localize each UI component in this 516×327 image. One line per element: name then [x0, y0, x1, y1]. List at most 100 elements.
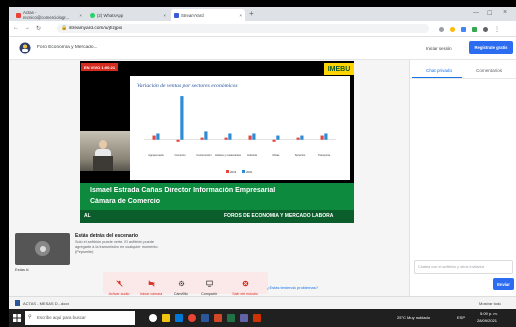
cam-mic-settings-button[interactable]: Cám/Mic: [169, 274, 193, 296]
bar-2019-5: [272, 139, 276, 142]
new-tab-button[interactable]: +: [249, 9, 254, 18]
divider: [410, 78, 516, 79]
ticker-text: FOROS DE ECONOMÍA Y MERCADO LABORA: [224, 213, 334, 219]
bar-2020-3: [228, 133, 232, 140]
clock-time[interactable]: 5:09 p. m.: [480, 311, 498, 316]
mic-off-icon: [115, 280, 123, 287]
close-icon[interactable]: ×: [79, 13, 82, 18]
bar-2020-7: [324, 133, 328, 140]
word-icon[interactable]: [201, 314, 209, 322]
page-title: Foro Economía y Mercado...: [37, 45, 98, 50]
search-icon: ⚲: [28, 314, 32, 320]
presenter-webcam: [80, 131, 130, 171]
bar-2019-6: [296, 137, 300, 140]
browser-tab-whatsapp[interactable]: (2) WhatsApp ×: [87, 9, 169, 21]
close-icon[interactable]: ×: [163, 13, 166, 18]
tab-private-chat[interactable]: Chat privado: [426, 68, 452, 73]
weather-widget[interactable]: 25°C Muy nublado: [397, 315, 430, 320]
browser-toolbar: ← → ↻ 🔒 streamyard.com/u/jhzjpio ⋮: [9, 21, 516, 37]
profile-avatar-icon[interactable]: [483, 26, 488, 32]
chrome-icon[interactable]: [188, 314, 196, 322]
leave-studio-button[interactable]: Salir del estudio: [225, 274, 265, 296]
back-icon[interactable]: ←: [13, 25, 19, 31]
browser-tab-actas[interactable]: Actas - recnico@comerciologr... ×: [13, 9, 85, 21]
app-header: Foro Economía y Mercado... Iniciar sesió…: [9, 37, 516, 60]
presenter-head: [99, 140, 107, 149]
url-text: streamyard.com/u/jhzjpio: [69, 26, 123, 31]
bar-2020-1: [180, 96, 184, 140]
help-link[interactable]: ¿Estás teniendo problemas?: [267, 285, 318, 290]
close-icon[interactable]: ×: [239, 13, 242, 18]
category-label: Industria: [247, 153, 258, 157]
browser-tab-streamyard[interactable]: StreamYard ×: [171, 9, 245, 21]
chat-placeholder: Chatea con el anfitrión y otros invitado…: [418, 265, 485, 269]
register-button[interactable]: Regístrate gratis: [469, 41, 513, 54]
zoom-icon[interactable]: [439, 26, 444, 32]
tab-label: Actas - recnico@comerciologr...: [23, 10, 70, 20]
category-label: Comercio: [174, 153, 186, 157]
clock-date[interactable]: 28/09/2021: [477, 318, 497, 323]
sales-variation-bar-chart: Agropecuario Comercio Construcción Hoteles …: [144, 96, 336, 174]
category-label: Construcción: [196, 153, 212, 157]
maximize-icon[interactable]: ☐: [487, 10, 492, 17]
speaker-organization: Cámara de Comercio: [90, 198, 161, 205]
language-indicator[interactable]: ESP: [457, 315, 465, 320]
file-explorer-icon[interactable]: [162, 314, 170, 322]
task-view-icon[interactable]: [149, 314, 157, 322]
backstage-title: Estás detrás del escenario: [75, 233, 139, 239]
gear-icon: [178, 280, 184, 287]
acrobat-icon[interactable]: [253, 314, 261, 322]
forward-icon[interactable]: →: [24, 25, 30, 31]
tab-comments[interactable]: Comentarios: [476, 68, 502, 73]
live-badge: EN VIVO 1:00:21: [81, 63, 119, 71]
address-bar[interactable]: 🔒 streamyard.com/u/jhzjpio: [57, 24, 429, 33]
send-button[interactable]: Enviar: [493, 278, 514, 290]
streamyard-logo-icon: [19, 42, 31, 54]
chat-input[interactable]: Chatea con el anfitrión y otros invitado…: [414, 260, 513, 274]
lock-icon: 🔒: [61, 25, 68, 31]
powerpoint-icon[interactable]: [214, 314, 222, 322]
legend-label: 2020: [246, 170, 253, 174]
menu-icon[interactable]: ⋮: [494, 26, 500, 33]
extension-icon[interactable]: [472, 26, 477, 32]
category-label: Servicios: [295, 153, 306, 157]
show-all-downloads[interactable]: Mostrar todo: [479, 301, 501, 306]
excel-icon[interactable]: [227, 314, 235, 322]
podium: [93, 156, 113, 171]
share-screen-icon: [205, 280, 213, 287]
bar-2019-0: [152, 135, 156, 140]
bar-2019-3: [224, 137, 228, 140]
download-filename[interactable]: ACTAS - MESAS D...docx: [23, 301, 69, 306]
screen: Actas - recnico@comerciologr... × (2) Wh…: [9, 7, 516, 327]
minimize-icon[interactable]: —: [473, 10, 479, 16]
windows-start-icon[interactable]: [13, 314, 21, 322]
self-label: Estás tú: [15, 267, 30, 272]
share-button[interactable]: Compartir: [196, 274, 222, 296]
extension-icon[interactable]: [461, 26, 466, 32]
login-button[interactable]: Iniciar sesión: [426, 46, 452, 51]
extension-icons: ⋮: [439, 25, 509, 33]
exit-icon: [242, 280, 248, 287]
teams-icon[interactable]: [240, 314, 248, 322]
edge-icon[interactable]: [175, 314, 183, 322]
star-icon[interactable]: [450, 26, 455, 32]
mic-button[interactable]: Activar audio: [106, 274, 132, 296]
imebu-logo: IMEBU: [324, 63, 354, 75]
shared-slide: Variación de ventas por sectores económi…: [130, 76, 350, 180]
legend-swatch: [242, 170, 245, 173]
downloads-bar: ACTAS - MESAS D...docx Mostrar todo: [9, 296, 516, 310]
reload-icon[interactable]: ↻: [36, 25, 41, 32]
tab-label: StreamYard: [181, 12, 204, 18]
camera-button[interactable]: Iniciar cámara: [136, 274, 166, 296]
live-stream-canvas: EN VIVO 1:00:21 IMEBU Variación de venta…: [80, 61, 354, 223]
window-close-icon[interactable]: ×: [503, 9, 507, 16]
taskbar-search-box[interactable]: ⚲ Escribe aquí para buscar: [25, 311, 135, 325]
category-label: Hoteles y restaurantes: [215, 153, 242, 157]
user-icon: [39, 245, 46, 252]
bar-2019-2: [200, 137, 204, 140]
category-label: Agropecuario: [148, 153, 164, 157]
slide-title: Variación de ventas por sectores económi…: [137, 83, 238, 89]
speaker-name: Ismael Estrada Cañas Director Informació…: [90, 187, 276, 194]
bar-2020-5: [276, 135, 280, 140]
backstage-description: Solo el anfitrión puede verte. El anfitr…: [75, 240, 159, 254]
